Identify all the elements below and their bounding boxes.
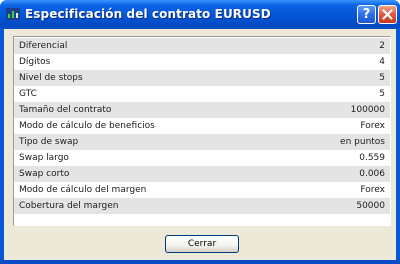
- spec-value: 5: [379, 73, 385, 83]
- help-button[interactable]: ?: [357, 5, 376, 24]
- spec-label: Modo de cálculo del margen: [19, 185, 147, 195]
- window-title: Especificación del contrato EURUSD: [25, 7, 271, 21]
- spec-value: 5: [379, 89, 385, 99]
- dialog-window: Especificación del contrato EURUSD ? Dif…: [0, 0, 400, 264]
- spec-value: Forex: [360, 185, 385, 195]
- window-bottom-border: [0, 260, 400, 264]
- spec-row: Tamaño del contrato 100000: [14, 102, 390, 118]
- spec-label: Nivel de stops: [19, 73, 83, 83]
- close-dialog-button[interactable]: Cerrar: [165, 235, 239, 253]
- spec-label: Tipo de swap: [19, 137, 79, 147]
- spec-list: Diferencial 2 Dígitos 4 Nivel de stops 5…: [13, 36, 391, 226]
- title-bar[interactable]: Especificación del contrato EURUSD ?: [0, 0, 400, 29]
- spec-row: Swap corto 0.006: [14, 166, 390, 182]
- dialog-body: Diferencial 2 Dígitos 4 Nivel de stops 5…: [4, 29, 396, 260]
- spec-label: Dígitos: [19, 57, 51, 67]
- spec-row: Modo de cálculo de beneficios Forex: [14, 118, 390, 134]
- spec-value: Forex: [360, 121, 385, 131]
- help-icon: ?: [362, 7, 371, 22]
- close-button[interactable]: [378, 5, 397, 24]
- spec-value: 0.559: [359, 153, 385, 163]
- spec-label: Tamaño del contrato: [19, 105, 112, 115]
- spec-row: Diferencial 2: [14, 38, 390, 54]
- close-x-icon: [382, 9, 393, 20]
- spec-value: en puntos: [340, 137, 385, 147]
- spec-value: 2: [379, 41, 385, 51]
- spec-row: Cobertura del margen 50000: [14, 198, 390, 214]
- spec-label: GTC: [19, 89, 37, 99]
- spec-row: Nivel de stops 5: [14, 70, 390, 86]
- spec-row: Dígitos 4: [14, 54, 390, 70]
- spec-row: Tipo de swap en puntos: [14, 134, 390, 150]
- spec-value: 100000: [350, 105, 385, 115]
- spec-label: Diferencial: [19, 41, 68, 51]
- spec-row: GTC 5: [14, 86, 390, 102]
- chart-app-icon: [6, 8, 20, 20]
- spec-row: Modo de cálculo del margen Forex: [14, 182, 390, 198]
- spec-label: Swap largo: [19, 153, 69, 163]
- spec-value: 4: [379, 57, 385, 67]
- spec-label: Cobertura del margen: [19, 201, 119, 211]
- spec-label: Swap corto: [19, 169, 70, 179]
- spec-row: Swap largo 0.559: [14, 150, 390, 166]
- spec-label: Modo de cálculo de beneficios: [19, 121, 155, 131]
- spec-value: 50000: [356, 201, 385, 211]
- spec-value: 0.006: [359, 169, 385, 179]
